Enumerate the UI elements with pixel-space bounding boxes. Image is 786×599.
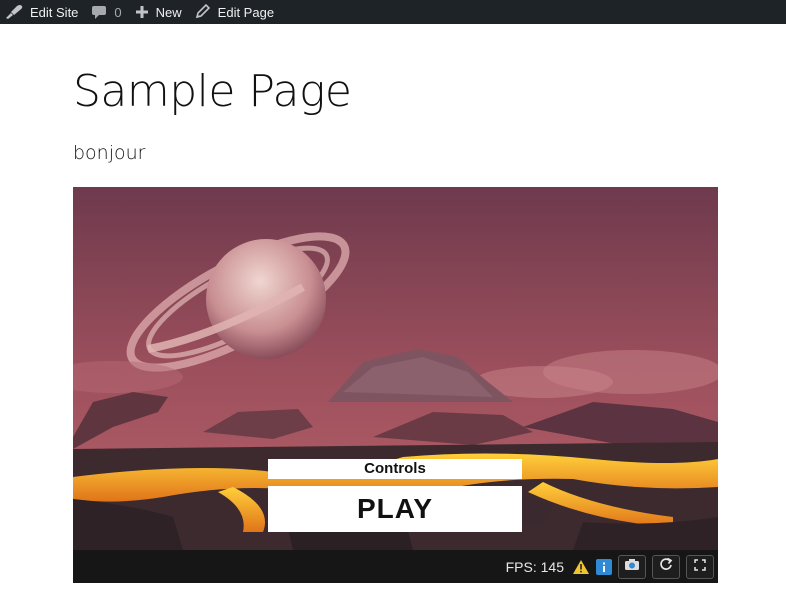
warning-icon[interactable] [572, 559, 590, 575]
comment-icon [90, 4, 108, 20]
edit-page-label: Edit Page [217, 4, 275, 20]
info-icon[interactable] [596, 558, 612, 575]
edit-site-label: Edit Site [30, 4, 79, 20]
pencil-icon [194, 4, 212, 20]
fps-counter: FPS: 145 [505, 558, 564, 575]
fullscreen-icon [694, 558, 706, 576]
plus-icon [134, 4, 150, 20]
reload-icon [659, 557, 673, 576]
reload-button[interactable] [652, 554, 680, 579]
page-title: Sample Page [73, 66, 352, 117]
edit-site-menu[interactable]: Edit Site [0, 0, 86, 24]
play-button[interactable]: PLAY [268, 486, 522, 532]
fullscreen-button[interactable] [686, 554, 714, 579]
admin-bar: Edit Site 0 New Edit Page [0, 0, 786, 24]
brush-icon [4, 4, 24, 20]
edit-page-link[interactable]: Edit Page [190, 0, 282, 24]
comments-menu[interactable]: 0 [86, 0, 129, 24]
camera-icon [624, 557, 640, 576]
new-content-menu[interactable]: New [130, 0, 190, 24]
game-toolbar: FPS: 145 [73, 550, 718, 583]
page-text: bonjour [73, 142, 146, 164]
new-label: New [155, 4, 182, 20]
screenshot-button[interactable] [618, 554, 646, 579]
controls-button[interactable]: Controls [268, 459, 522, 479]
comments-count: 0 [114, 4, 122, 20]
game-frame[interactable]: Controls PLAY FPS: 145 [73, 187, 718, 583]
